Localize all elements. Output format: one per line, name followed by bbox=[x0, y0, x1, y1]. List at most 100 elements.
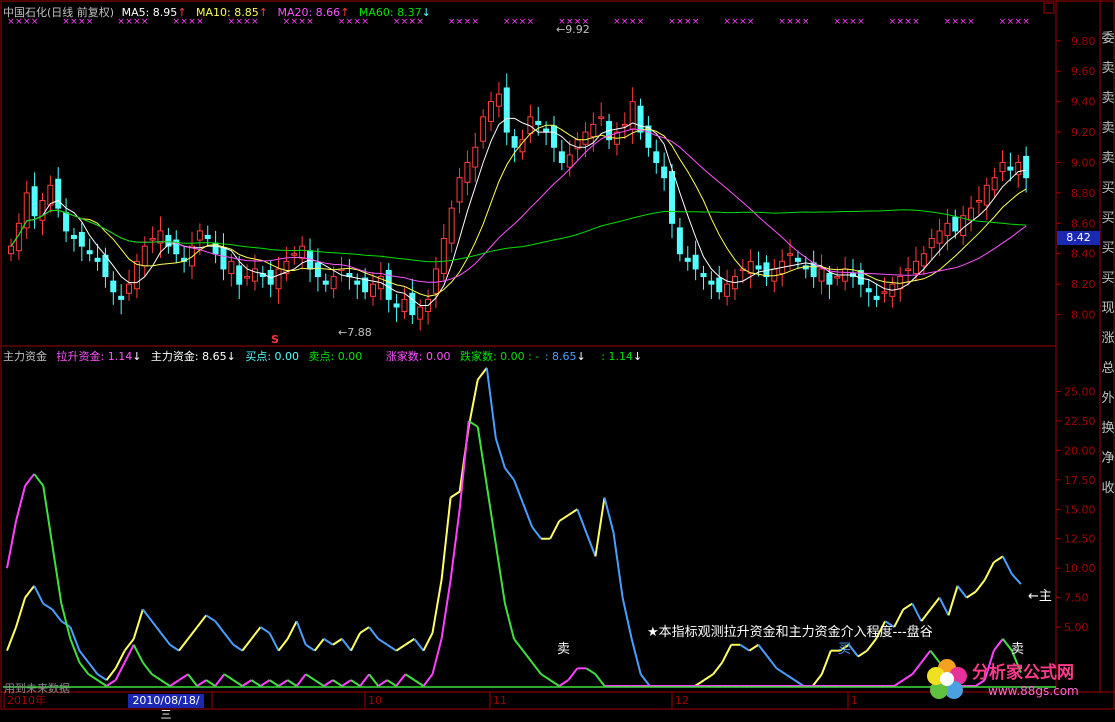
x-marker-58: × bbox=[464, 17, 472, 27]
main-fund-line-seg-102 bbox=[920, 608, 932, 622]
lift-fund-line-seg-28 bbox=[250, 679, 262, 687]
lift-fund-line-seg-15 bbox=[132, 644, 144, 663]
main-arrow-icon: ↓ bbox=[226, 350, 236, 363]
lift-fund-line-seg-4 bbox=[33, 473, 45, 487]
x-marker-129: × bbox=[1022, 17, 1030, 27]
lift-fund-line-seg-22 bbox=[196, 679, 207, 687]
candle-body-100 bbox=[794, 257, 801, 262]
lift-fund-line-seg-24 bbox=[214, 673, 226, 687]
x-marker-91: × bbox=[723, 17, 731, 27]
candle-body-57 bbox=[456, 177, 463, 203]
candle-body-41 bbox=[330, 276, 337, 290]
side-label-5: 买 bbox=[1101, 181, 1115, 196]
main-fund-line-seg-87 bbox=[785, 673, 796, 681]
lift-fund-line-seg-35 bbox=[314, 679, 325, 687]
main-fund-line-seg-29 bbox=[259, 626, 271, 634]
lift-fund-line-seg-5 bbox=[42, 485, 54, 545]
candle-body-23 bbox=[188, 245, 195, 267]
lift-fund-line-seg-8 bbox=[69, 638, 81, 663]
main-fund-line-seg-65 bbox=[585, 532, 597, 557]
x-marker-94: × bbox=[747, 17, 755, 27]
x-marker-112: × bbox=[889, 17, 897, 27]
x-marker-108: × bbox=[857, 17, 865, 27]
main-fund-line-seg-70 bbox=[630, 638, 642, 675]
candle-body-4 bbox=[39, 200, 46, 221]
main-fund-line-seg-95 bbox=[857, 649, 868, 658]
candle-body-6 bbox=[55, 178, 62, 209]
side-label-10: 涨 bbox=[1101, 331, 1115, 346]
lift-fund-line-seg-50 bbox=[449, 509, 461, 581]
s-mark: S bbox=[271, 333, 279, 346]
current-price-box: 8.42 bbox=[1057, 231, 1100, 245]
lift-fund-line-seg-57 bbox=[513, 638, 524, 652]
side-label-1: 卖 bbox=[1101, 61, 1115, 76]
candle-body-95 bbox=[755, 265, 762, 270]
lift-fund-line-seg-63 bbox=[567, 667, 579, 681]
price-tick-label-7: 9.40 bbox=[1071, 96, 1096, 109]
lift-fund-line-seg-43 bbox=[386, 679, 397, 687]
side-label-14: 净 bbox=[1101, 451, 1115, 466]
side-label-2: 卖 bbox=[1101, 91, 1115, 106]
candle-body-71 bbox=[566, 154, 573, 168]
candle-body-125 bbox=[991, 177, 998, 191]
candle-body-0 bbox=[8, 245, 14, 255]
ind-tick-label-7: 22.50 bbox=[1064, 415, 1096, 428]
lift-fund-line-seg-61 bbox=[549, 679, 560, 687]
lift-fund-line-seg-2 bbox=[15, 485, 27, 522]
x-marker-114: × bbox=[904, 17, 912, 27]
ma20-label: MA20: 8.66 bbox=[277, 6, 341, 19]
main-fund-line-seg-110 bbox=[993, 555, 1004, 564]
ind-tick-label-1: 7.50 bbox=[1064, 592, 1089, 605]
main-fund-line-seg-80 bbox=[721, 644, 733, 663]
candle-body-55 bbox=[440, 238, 447, 275]
lift-fund-line-seg-55 bbox=[494, 544, 506, 604]
lift-fund-line-seg-26 bbox=[232, 679, 243, 687]
candle-body-49 bbox=[393, 303, 400, 308]
candle-body-111 bbox=[881, 291, 888, 294]
candle-body-67 bbox=[535, 120, 542, 125]
main-fund-line-seg-26 bbox=[232, 643, 243, 652]
candle-body-120 bbox=[952, 216, 959, 232]
candle-body-126 bbox=[999, 161, 1006, 173]
buy-point-label: 买点: 0.00 bbox=[245, 350, 300, 363]
x-marker-65: × bbox=[519, 17, 527, 27]
candle-body-90 bbox=[716, 277, 723, 293]
lift-fund-line-seg-12 bbox=[106, 679, 117, 687]
candle-body-104 bbox=[826, 273, 833, 285]
lift-fund-line-seg-53 bbox=[476, 426, 488, 486]
main-fund-line-seg-48 bbox=[431, 579, 443, 634]
x-marker-106: × bbox=[841, 17, 849, 27]
main-fund-line-seg-58 bbox=[522, 503, 534, 528]
side-label-9: 现 bbox=[1101, 301, 1115, 316]
x-marker-59: × bbox=[472, 17, 480, 27]
time-tick-label-4: 12 bbox=[675, 694, 689, 707]
main-fund-line-seg-44 bbox=[395, 643, 406, 652]
lift-fund-line-seg-18 bbox=[160, 679, 171, 687]
main-fund-line-seg-33 bbox=[295, 620, 307, 646]
main-fund-tag: ←主 bbox=[1028, 585, 1052, 604]
future-data-note: 用到未来数据 bbox=[4, 682, 70, 695]
indicator-name: 主力资金 bbox=[3, 350, 47, 363]
main-fund-line-seg-107 bbox=[966, 590, 977, 599]
main-fund-line-seg-2 bbox=[15, 597, 27, 628]
lift-fund-line-seg-3 bbox=[24, 473, 35, 487]
x-marker-87: × bbox=[692, 17, 700, 27]
down-count-label: 跌家数: 0.00 : - bbox=[459, 350, 540, 363]
candle-body-75 bbox=[598, 116, 605, 119]
lift-fund-line-seg-39 bbox=[350, 679, 361, 687]
main-fund-line-seg-17 bbox=[151, 620, 162, 634]
side-label-15: 收 bbox=[1101, 481, 1115, 496]
lift-fund-label: 拉升资金: 1.14 bbox=[56, 350, 133, 363]
candle-body-116 bbox=[920, 253, 927, 267]
main-fund-line-seg-57 bbox=[513, 479, 524, 504]
main-fund-line-seg-20 bbox=[178, 638, 189, 652]
candle-body-78 bbox=[621, 123, 628, 127]
site-logo: 分析家公式网 www.88gs.com bbox=[920, 650, 1115, 710]
main-fund-line-seg-91 bbox=[820, 650, 832, 675]
main-fund-line-seg-50 bbox=[450, 490, 461, 499]
main-fund-line-seg-56 bbox=[504, 467, 515, 481]
ind-tick-label-5: 17.50 bbox=[1064, 474, 1096, 487]
logo-url: www.88gs.com bbox=[988, 684, 1079, 698]
candle-body-25 bbox=[204, 234, 211, 240]
main-fund-line-seg-11 bbox=[96, 673, 108, 681]
